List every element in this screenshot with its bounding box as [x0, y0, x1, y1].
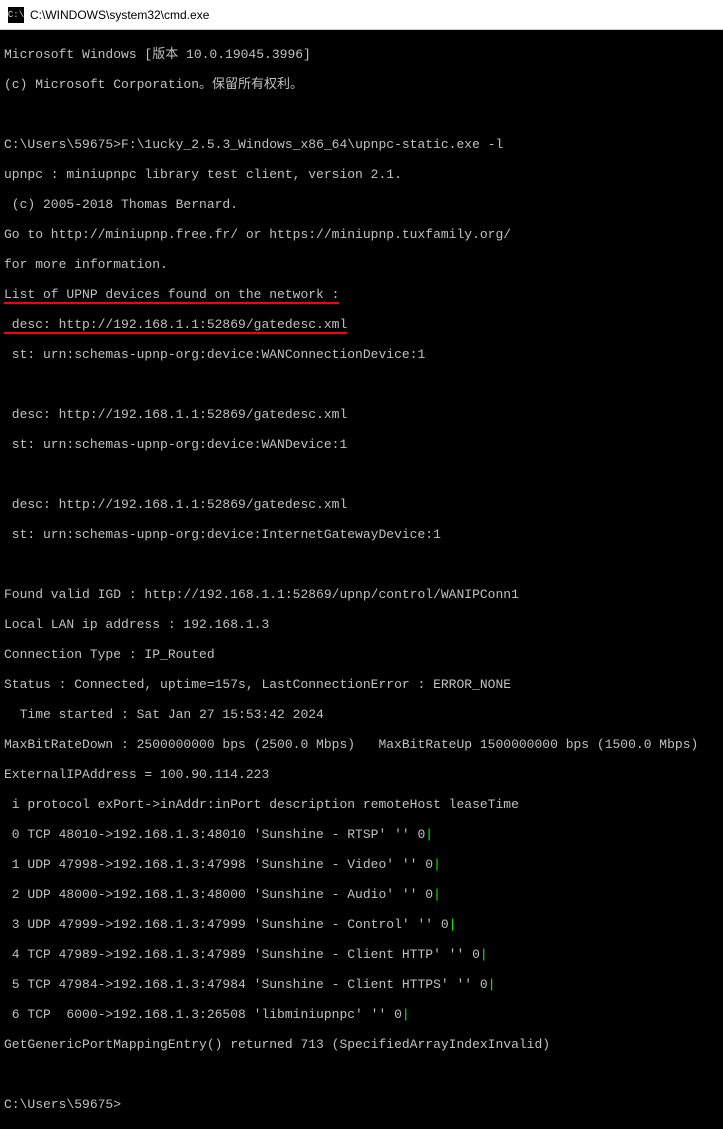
device-st-line: st: urn:schemas-upnp-org:device:WANDevic…: [4, 437, 719, 452]
green-annotation: |: [425, 827, 433, 842]
mapping-row: 0 TCP 48010->192.168.1.3:48010 'Sunshine…: [4, 827, 719, 842]
external-ip-line: ExternalIPAddress = 100.90.114.223: [4, 767, 719, 782]
red-underline-annotation: List of UPNP devices found on the networ…: [4, 287, 339, 304]
upnpc-url-line: Go to http://miniupnp.free.fr/ or https:…: [4, 227, 719, 242]
upnpc-copyright-line: (c) 2005-2018 Thomas Bernard.: [4, 197, 719, 212]
os-version-line: Microsoft Windows [版本 10.0.19045.3996]: [4, 47, 719, 62]
green-annotation: |: [433, 887, 441, 902]
terminal-output[interactable]: Microsoft Windows [版本 10.0.19045.3996] (…: [0, 30, 723, 1129]
status-line: Status : Connected, uptime=157s, LastCon…: [4, 677, 719, 692]
prompt-line[interactable]: C:\Users\59675>: [4, 1097, 719, 1112]
upnpc-info-more-line: for more information.: [4, 257, 719, 272]
mapping-row: 3 UDP 47999->192.168.1.3:47999 'Sunshine…: [4, 917, 719, 932]
prompt: C:\Users\59675>: [4, 137, 121, 152]
green-annotation: |: [480, 947, 488, 962]
window-titlebar: C:\ C:\WINDOWS\system32\cmd.exe: [0, 0, 723, 30]
bitrate-line: MaxBitRateDown : 2500000000 bps (2500.0 …: [4, 737, 719, 752]
green-annotation: |: [449, 917, 457, 932]
device-desc-line: desc: http://192.168.1.1:52869/gatedesc.…: [4, 317, 719, 332]
blank-line: [4, 467, 719, 482]
green-annotation: |: [488, 977, 496, 992]
command-text: F:\1ucky_2.5.3_Windows_x86_64\upnpc-stat…: [121, 137, 503, 152]
cmd-icon: C:\: [8, 7, 24, 23]
command-line: C:\Users\59675>F:\1ucky_2.5.3_Windows_x8…: [4, 137, 719, 152]
device-list-header: List of UPNP devices found on the networ…: [4, 287, 719, 302]
mapping-row: 2 UDP 48000->192.168.1.3:48000 'Sunshine…: [4, 887, 719, 902]
mapping-row: 1 UDP 47998->192.168.1.3:47998 'Sunshine…: [4, 857, 719, 872]
device-st-line: st: urn:schemas-upnp-org:device:Internet…: [4, 527, 719, 542]
blank-line: [4, 107, 719, 122]
mapping-row: 5 TCP 47984->192.168.1.3:47984 'Sunshine…: [4, 977, 719, 992]
blank-line: [4, 1067, 719, 1082]
connection-type-line: Connection Type : IP_Routed: [4, 647, 719, 662]
window-title: C:\WINDOWS\system32\cmd.exe: [30, 8, 209, 22]
mapping-header-line: i protocol exPort->inAddr:inPort descrip…: [4, 797, 719, 812]
blank-line: [4, 377, 719, 392]
blank-line: [4, 557, 719, 572]
green-annotation: |: [433, 857, 441, 872]
mapping-row: 6 TCP 6000->192.168.1.3:26508 'libminiup…: [4, 1007, 719, 1022]
igd-found-line: Found valid IGD : http://192.168.1.1:528…: [4, 587, 719, 602]
time-started-line: Time started : Sat Jan 27 15:53:42 2024: [4, 707, 719, 722]
copyright-line: (c) Microsoft Corporation。保留所有权利。: [4, 77, 719, 92]
red-underline-annotation: desc: http://192.168.1.1:52869/gatedesc.…: [4, 317, 347, 334]
mapping-error-line: GetGenericPortMappingEntry() returned 71…: [4, 1037, 719, 1052]
device-st-line: st: urn:schemas-upnp-org:device:WANConne…: [4, 347, 719, 362]
device-desc-line: desc: http://192.168.1.1:52869/gatedesc.…: [4, 407, 719, 422]
device-desc-line: desc: http://192.168.1.1:52869/gatedesc.…: [4, 497, 719, 512]
upnpc-info-line: upnpc : miniupnpc library test client, v…: [4, 167, 719, 182]
green-annotation: |: [402, 1007, 410, 1022]
mapping-row: 4 TCP 47989->192.168.1.3:47989 'Sunshine…: [4, 947, 719, 962]
